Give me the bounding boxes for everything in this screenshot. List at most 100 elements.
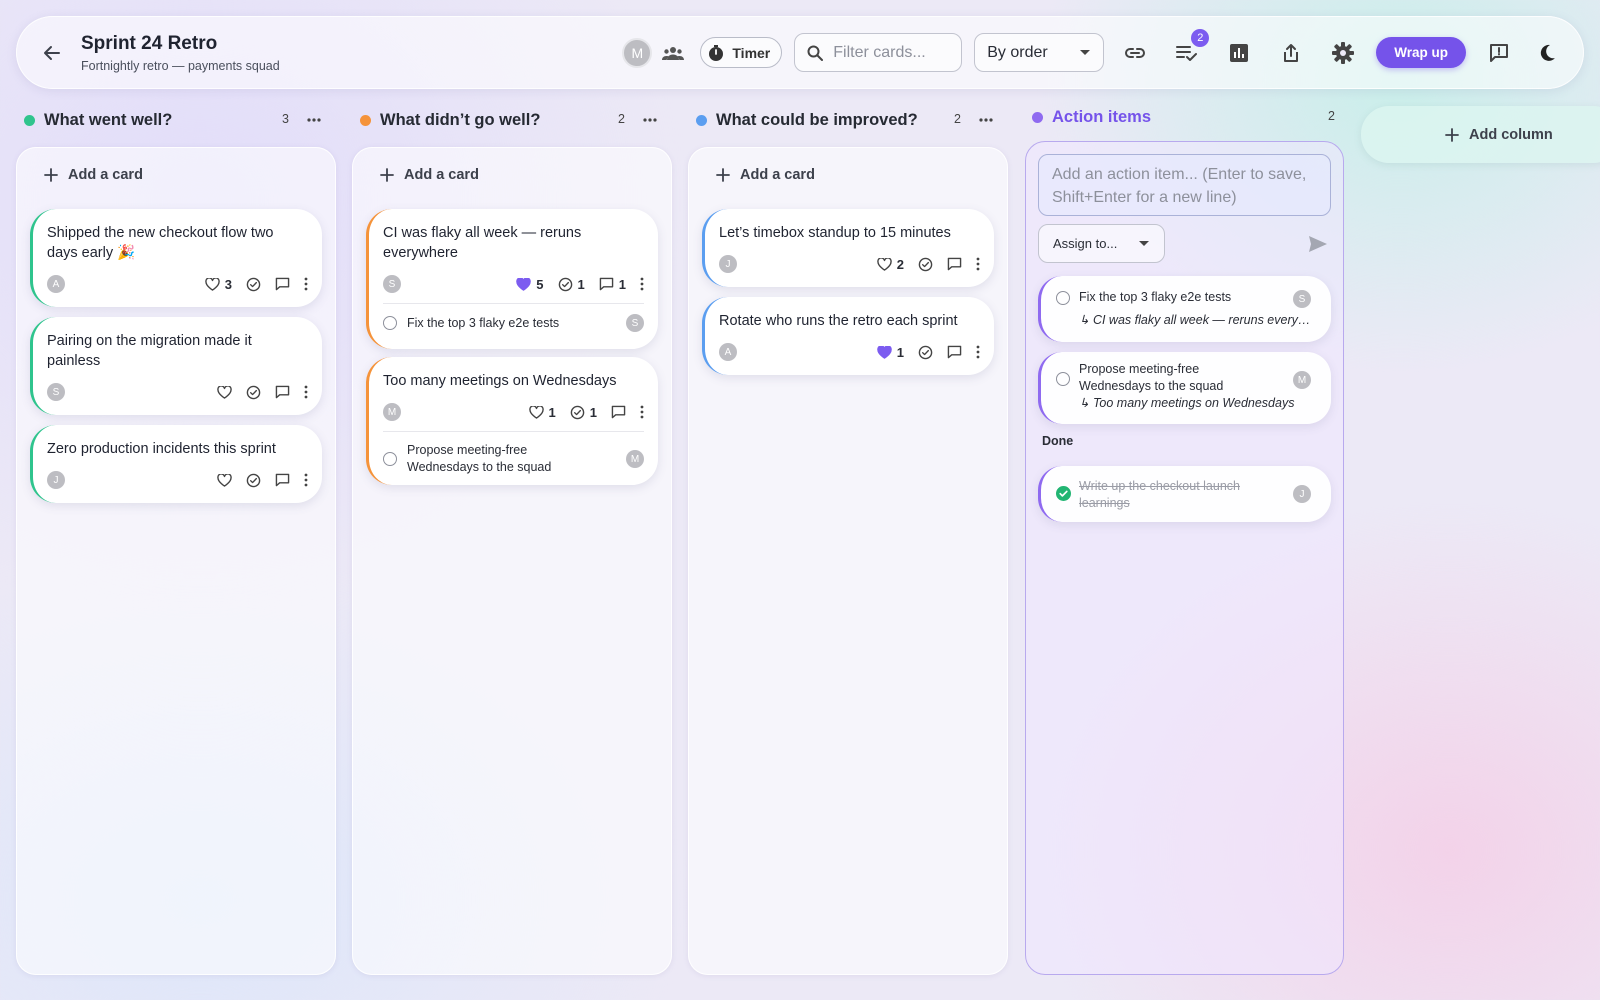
- retro-card[interactable]: Zero production incidents this sprint J: [30, 425, 322, 503]
- action-status-circle-icon[interactable]: [383, 316, 397, 330]
- heart-icon: [205, 277, 220, 291]
- convert-action-button[interactable]: [246, 277, 261, 292]
- filter-cards-input[interactable]: [833, 43, 944, 62]
- card-meta: J 2: [719, 255, 980, 273]
- convert-action-button[interactable]: [918, 257, 933, 272]
- plus-icon: [1445, 127, 1459, 142]
- card-more-button[interactable]: [304, 473, 308, 487]
- card-more-button[interactable]: [304, 385, 308, 399]
- linked-card-text[interactable]: ↳ CI was flaky all week — reruns everywh…: [1079, 312, 1319, 327]
- back-arrow-icon[interactable]: [39, 40, 65, 66]
- add-card-button[interactable]: Add a card: [44, 167, 143, 183]
- linked-action-text: Fix the top 3 flaky e2e tests: [407, 315, 560, 330]
- action-count: 1: [577, 276, 585, 292]
- done-check-icon[interactable]: [1056, 486, 1071, 501]
- author-avatar: J: [47, 471, 65, 489]
- wrap-up-button[interactable]: Wrap up: [1376, 37, 1466, 68]
- action-status-circle-icon[interactable]: [1056, 291, 1070, 305]
- column-card-count: 2: [618, 112, 625, 126]
- dark-mode-moon-icon[interactable]: [1530, 36, 1564, 70]
- feedback-icon[interactable]: [1482, 36, 1516, 70]
- bar-chart-icon[interactable]: [1222, 36, 1256, 70]
- action-item-input[interactable]: [1052, 163, 1317, 207]
- card-meta: A 1: [719, 343, 980, 361]
- timer-button[interactable]: Timer: [700, 37, 783, 68]
- comment-button[interactable]: [275, 473, 290, 487]
- action-status-circle-icon[interactable]: [1056, 372, 1070, 386]
- retro-card[interactable]: Shipped the new checkout flow two days e…: [30, 209, 322, 307]
- add-card-button[interactable]: Add a card: [380, 167, 479, 183]
- action-item-done[interactable]: Write up the checkout launch learnings J: [1038, 466, 1331, 522]
- sort-select[interactable]: By order: [974, 33, 1105, 72]
- linked-action-item[interactable]: Fix the top 3 flaky e2e tests S: [383, 303, 644, 332]
- retro-card[interactable]: Let’s timebox standup to 15 minutes J 2: [702, 209, 994, 287]
- convert-action-button[interactable]: 1: [570, 405, 597, 420]
- comment-count: 1: [618, 276, 626, 292]
- check-circle-icon: [570, 405, 585, 419]
- convert-action-button[interactable]: [246, 473, 261, 488]
- retro-card[interactable]: CI was flaky all week — reruns everywher…: [366, 209, 658, 349]
- convert-action-button[interactable]: 1: [558, 277, 585, 292]
- like-button[interactable]: 1: [528, 405, 556, 420]
- heart-icon: [217, 473, 232, 487]
- assign-to-select[interactable]: Assign to...: [1038, 224, 1165, 263]
- card-more-button[interactable]: [640, 277, 644, 291]
- retro-card[interactable]: Pairing on the migration made it painles…: [30, 317, 322, 415]
- comment-button[interactable]: [275, 385, 290, 399]
- kebab-menu-icon: [640, 405, 644, 419]
- assign-to-label: Assign to...: [1053, 236, 1118, 251]
- card-more-button[interactable]: [976, 257, 980, 271]
- comment-button[interactable]: [611, 405, 626, 419]
- linked-action-item[interactable]: Propose meeting-free Wednesdays to the s…: [383, 431, 644, 476]
- plus-icon: [716, 168, 730, 182]
- action-item[interactable]: Propose meeting-free Wednesdays to the s…: [1038, 352, 1331, 424]
- link-icon[interactable]: [1118, 36, 1152, 70]
- comment-button[interactable]: 1: [599, 277, 626, 292]
- retro-card[interactable]: Too many meetings on Wednesdays M 1 1 Pr…: [366, 357, 658, 485]
- column-header-action-items: Action items 2: [1032, 105, 1335, 129]
- convert-action-button[interactable]: [918, 345, 933, 360]
- linked-card-text[interactable]: ↳ Too many meetings on Wednesdays: [1079, 395, 1319, 410]
- share-icon[interactable]: [1274, 36, 1308, 70]
- column-more-icon[interactable]: [640, 110, 660, 130]
- like-button[interactable]: [217, 473, 232, 487]
- card-more-button[interactable]: [976, 345, 980, 359]
- comment-icon: [599, 277, 614, 291]
- card-more-button[interactable]: [304, 277, 308, 291]
- comment-button[interactable]: [947, 345, 962, 359]
- add-card-label: Add a card: [68, 167, 143, 183]
- convert-action-button[interactable]: [246, 385, 261, 400]
- card-more-button[interactable]: [640, 405, 644, 419]
- like-button[interactable]: 5: [516, 277, 544, 292]
- like-button[interactable]: 1: [877, 345, 904, 360]
- retro-card[interactable]: Rotate who runs the retro each sprint A …: [702, 297, 994, 375]
- send-icon[interactable]: [1307, 233, 1329, 255]
- settings-gear-icon[interactable]: [1326, 36, 1360, 70]
- add-column-button[interactable]: Add column: [1361, 106, 1600, 163]
- add-column-label: Add column: [1469, 126, 1553, 143]
- action-item[interactable]: Fix the top 3 flaky e2e tests ↳ CI was f…: [1038, 276, 1331, 342]
- column-card-count: 2: [954, 112, 961, 126]
- column-more-icon[interactable]: [976, 110, 996, 130]
- comment-button[interactable]: [275, 277, 290, 291]
- comment-icon: [947, 345, 962, 359]
- toolbar: M Timer By order 2: [622, 28, 1564, 72]
- column-title: What went well?: [44, 110, 173, 129]
- check-circle-icon: [246, 277, 261, 291]
- column-title: What could be improved?: [716, 110, 918, 129]
- participants-icon[interactable]: [656, 36, 690, 70]
- plus-icon: [44, 168, 58, 182]
- card-meta: S: [47, 383, 308, 401]
- like-button[interactable]: 3: [205, 277, 232, 292]
- action-status-circle-icon[interactable]: [383, 452, 397, 466]
- action-checklist-icon[interactable]: 2: [1170, 28, 1210, 70]
- like-button[interactable]: 2: [877, 257, 904, 272]
- like-button[interactable]: [217, 385, 232, 399]
- comment-icon: [947, 257, 962, 271]
- author-avatar: S: [383, 275, 401, 293]
- add-card-button[interactable]: Add a card: [716, 167, 815, 183]
- comment-button[interactable]: [947, 257, 962, 271]
- linked-action-text: Propose meeting-free Wednesdays to the s…: [407, 443, 552, 474]
- user-avatar[interactable]: M: [622, 37, 653, 68]
- column-more-icon[interactable]: [304, 110, 324, 130]
